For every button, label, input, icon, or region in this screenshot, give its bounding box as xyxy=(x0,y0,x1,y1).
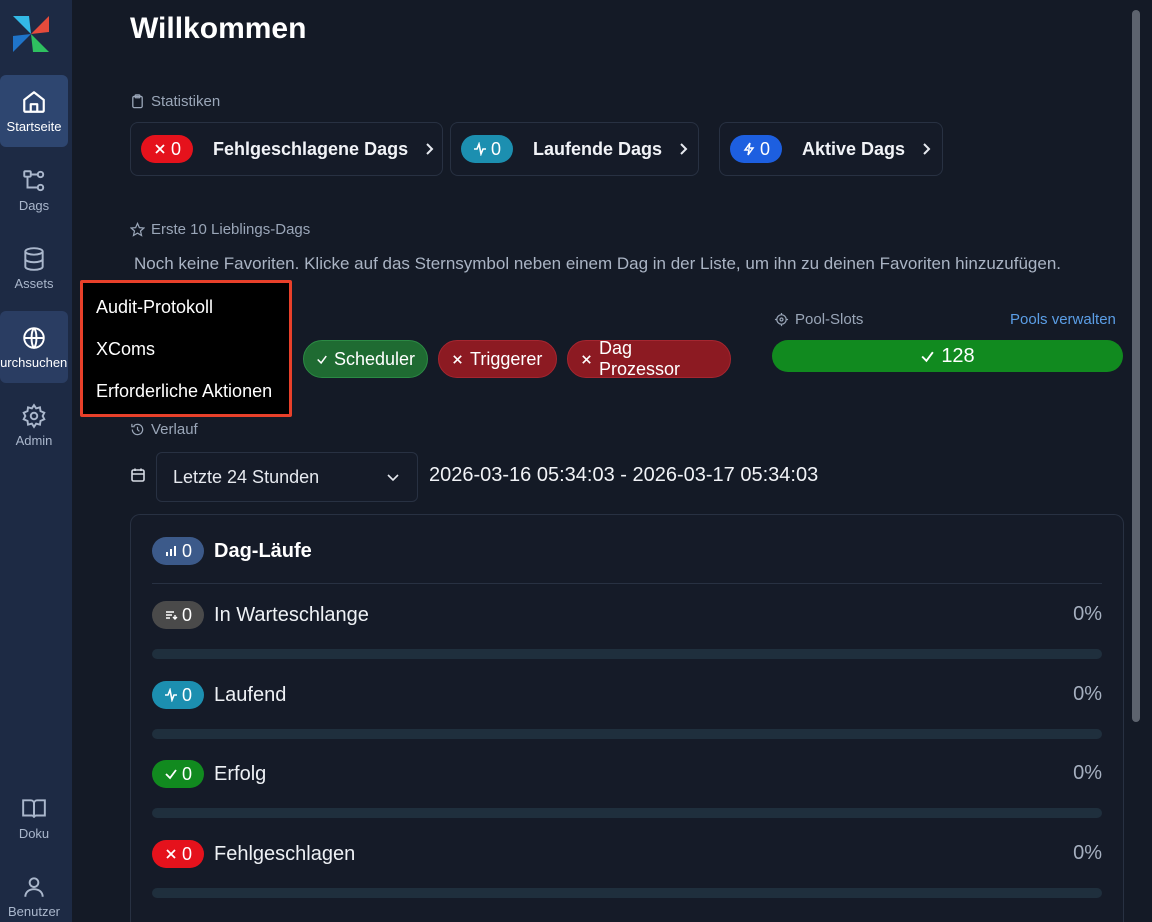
check-icon xyxy=(921,351,934,362)
dag-processor-status-pill: Dag Prozessor xyxy=(567,338,731,379)
sidebar-item-admin[interactable]: Admin xyxy=(0,389,68,461)
dag-runs-failed-row[interactable]: 0 Fehlgeschlagen 0% xyxy=(152,838,1102,908)
row-label: Fehlgeschlagen xyxy=(214,842,356,865)
menu-item-xcoms[interactable]: XComs xyxy=(96,339,155,360)
pool-slots-bar[interactable]: 128 xyxy=(772,340,1123,372)
clipboard-icon xyxy=(132,94,143,109)
x-icon xyxy=(582,354,591,364)
running-badge: 0 xyxy=(152,681,205,709)
chevron-right-icon xyxy=(426,143,434,155)
chevron-down-icon xyxy=(387,474,399,482)
x-icon xyxy=(166,849,176,859)
running-dags-card[interactable]: 0 Laufende Dags xyxy=(450,122,699,176)
pool-icon xyxy=(774,312,789,327)
dag-runs-queued-row[interactable]: 0 In Warteschlange 0% xyxy=(152,599,1102,669)
running-dags-badge: 0 xyxy=(461,135,514,163)
sidebar-item-dags[interactable]: Dags xyxy=(0,154,68,226)
menu-item-audit-log[interactable]: Audit-Protokoll xyxy=(96,297,213,318)
chevron-right-icon xyxy=(680,143,688,155)
x-icon xyxy=(453,354,462,364)
sidebar-item-assets[interactable]: Assets xyxy=(0,232,68,304)
menu-item-required-actions[interactable]: Erforderliche Aktionen xyxy=(96,381,272,402)
bar-chart-icon xyxy=(166,546,176,556)
sidebar-item-label: Admin xyxy=(15,432,53,448)
main-content: Willkommen Statistiken 0 Fehlgeschlagene… xyxy=(72,0,1130,922)
divider xyxy=(152,583,1102,584)
browse-dropdown-menu: Audit-Protokoll XComs Erforderliche Akti… xyxy=(80,280,292,417)
active-dags-card[interactable]: 0 Aktive Dags xyxy=(719,122,943,176)
dag-runs-running-row[interactable]: 0 Laufend 0% xyxy=(152,679,1102,749)
row-label: Laufend xyxy=(214,683,287,706)
row-label: In Warteschlange xyxy=(214,603,369,626)
globe-icon xyxy=(23,326,45,349)
success-badge: 0 xyxy=(152,760,205,788)
progress-track xyxy=(152,649,1102,659)
sidebar-item-durchsuchen[interactable]: Durchsuchen xyxy=(0,311,68,383)
dag-runs-header: 0 Dag-Läufe xyxy=(152,537,312,565)
failed-dags-label: Fehlgeschlagene Dags xyxy=(213,138,409,159)
queue-icon xyxy=(166,611,178,620)
dags-icon xyxy=(23,169,45,191)
sidebar-item-benutzer[interactable]: Benutzer xyxy=(0,860,68,922)
history-icon xyxy=(131,423,144,436)
database-icon xyxy=(24,246,44,271)
sidebar-item-label: Durchsuchen xyxy=(0,354,68,370)
airflow-logo-icon[interactable] xyxy=(9,12,53,56)
book-icon xyxy=(22,798,46,818)
calendar-icon xyxy=(131,468,145,482)
triggerer-status-pill: Triggerer xyxy=(438,340,557,378)
active-dags-badge: 0 xyxy=(730,135,783,163)
failed-dags-card[interactable]: 0 Fehlgeschlagene Dags xyxy=(130,122,443,176)
running-dags-label: Laufende Dags xyxy=(533,138,663,159)
scrollbar-thumb[interactable] xyxy=(1132,10,1140,722)
active-dags-label: Aktive Dags xyxy=(802,138,906,159)
check-icon xyxy=(165,769,177,780)
x-icon xyxy=(155,144,165,154)
sidebar-item-label: Startseite xyxy=(6,118,62,134)
sidebar-item-label: Benutzer xyxy=(7,903,61,919)
star-icon xyxy=(130,222,145,237)
gear-icon xyxy=(22,402,46,429)
favorites-empty-text: Noch keine Favoriten. Klicke auf das Ste… xyxy=(134,254,1062,273)
user-icon xyxy=(24,876,44,897)
pool-slots-label: Pool-Slots xyxy=(774,311,863,328)
sidebar-item-startseite[interactable]: Startseite xyxy=(0,75,68,147)
check-icon xyxy=(317,355,327,364)
time-range-text: 2026-03-16 05:34:03 - 2026-03-17 05:34:0… xyxy=(429,464,819,486)
favorites-section-label: Erste 10 Lieblings-Dags xyxy=(130,221,310,238)
activity-icon xyxy=(165,688,177,702)
row-percent: 0% xyxy=(1073,842,1102,864)
time-range-select[interactable]: Letzte 24 Stunden xyxy=(156,452,418,502)
sidebar-item-doku[interactable]: Doku xyxy=(0,782,68,854)
scheduler-status-pill: Scheduler xyxy=(303,340,428,378)
activity-icon xyxy=(474,142,486,156)
dag-runs-card: 0 Dag-Läufe 0 In Warteschlange 0% 0 Lauf… xyxy=(130,514,1124,922)
failed-dags-badge: 0 xyxy=(141,135,194,163)
progress-track xyxy=(152,729,1102,739)
progress-track xyxy=(152,888,1102,898)
stats-section-label: Statistiken xyxy=(130,93,220,110)
sidebar-item-label: Dags xyxy=(18,197,50,213)
row-percent: 0% xyxy=(1073,762,1102,784)
sidebar-item-label: Assets xyxy=(14,275,54,291)
sidebar: Startseite Dags Assets Durchsuchen Admin… xyxy=(0,0,72,922)
page-title: Willkommen xyxy=(130,12,307,45)
row-percent: 0% xyxy=(1073,683,1102,705)
row-percent: 0% xyxy=(1073,603,1102,625)
dag-runs-success-row[interactable]: 0 Erfolg 0% xyxy=(152,758,1102,828)
progress-track xyxy=(152,808,1102,818)
failed-badge: 0 xyxy=(152,840,205,868)
manage-pools-link[interactable]: Pools verwalten xyxy=(1010,311,1116,328)
queued-badge: 0 xyxy=(152,601,205,629)
sidebar-item-label: Doku xyxy=(18,825,50,841)
dag-runs-badge: 0 xyxy=(152,537,205,565)
chevron-right-icon xyxy=(923,143,931,155)
lightning-icon xyxy=(743,142,755,156)
history-section-label: Verlauf xyxy=(130,421,198,438)
row-label: Erfolg xyxy=(214,762,267,785)
dag-runs-title: Dag-Läufe xyxy=(214,539,312,562)
home-icon xyxy=(23,90,45,113)
